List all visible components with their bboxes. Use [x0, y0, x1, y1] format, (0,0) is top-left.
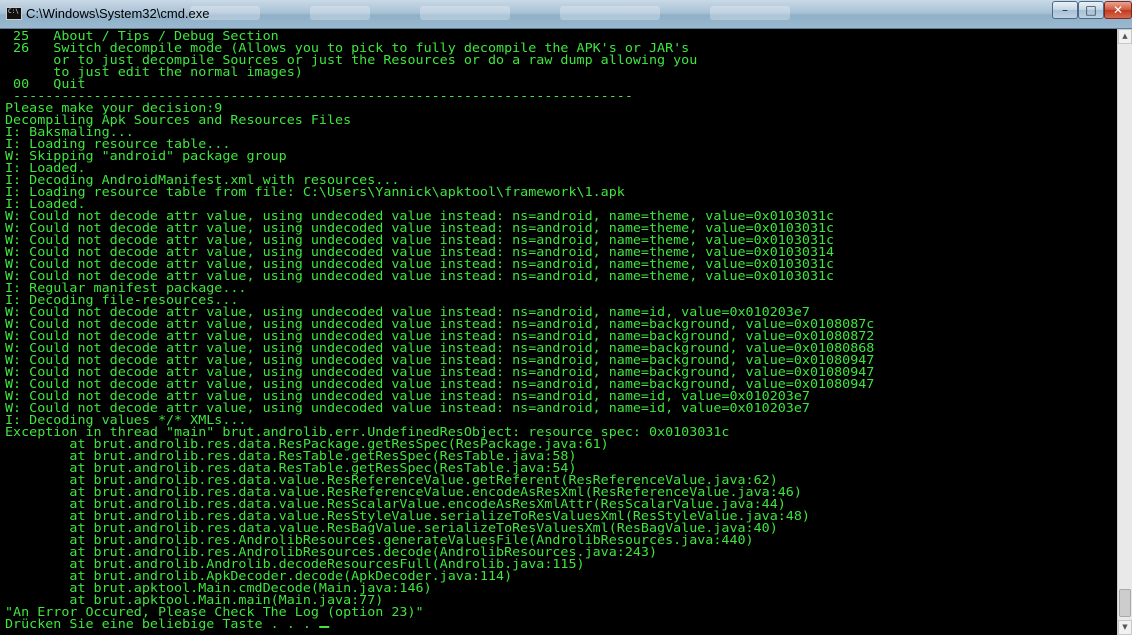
minimize-button[interactable]: – [1052, 1, 1078, 19]
cmd-app-icon[interactable]: C:\ [6, 7, 22, 20]
title-bar[interactable]: C:\ C:\Windows\System32\cmd.exe – □ ✕ [0, 0, 1132, 29]
title-bar-background-glass [190, 6, 830, 22]
console-line: Drücken Sie eine beliebige Taste . . . [5, 618, 1117, 630]
scrollbar-thumb[interactable] [1119, 589, 1131, 617]
vertical-scrollbar[interactable]: ▲ ▼ [1117, 29, 1132, 635]
glass-blur-strip [710, 6, 790, 20]
window-title: C:\Windows\System32\cmd.exe [26, 6, 210, 21]
maximize-button[interactable]: □ [1078, 1, 1104, 19]
glass-blur-strip [560, 6, 660, 20]
glass-blur-strip [420, 6, 510, 20]
console-line: I: Loading resource table from file: C:\… [5, 185, 625, 199]
console-output[interactable]: 25 About / Tips / Debug Section 26 Switc… [5, 30, 1117, 633]
console-line: Decompiling Apk Sources and Resources Fi… [5, 113, 352, 127]
console-line: W: Skipping "android" package group [5, 149, 287, 163]
close-button[interactable]: ✕ [1104, 1, 1132, 19]
cmd-icon-glyph: C:\ [8, 8, 19, 15]
scroll-up-arrow-icon[interactable]: ▲ [1118, 29, 1132, 44]
scroll-down-arrow-icon[interactable]: ▼ [1118, 620, 1132, 635]
cmd-window: C:\ C:\Windows\System32\cmd.exe – □ ✕ 25… [0, 0, 1132, 635]
text-cursor [318, 626, 329, 628]
glass-blur-strip [310, 6, 370, 20]
console-line: to just edit the normal images) [5, 65, 303, 79]
